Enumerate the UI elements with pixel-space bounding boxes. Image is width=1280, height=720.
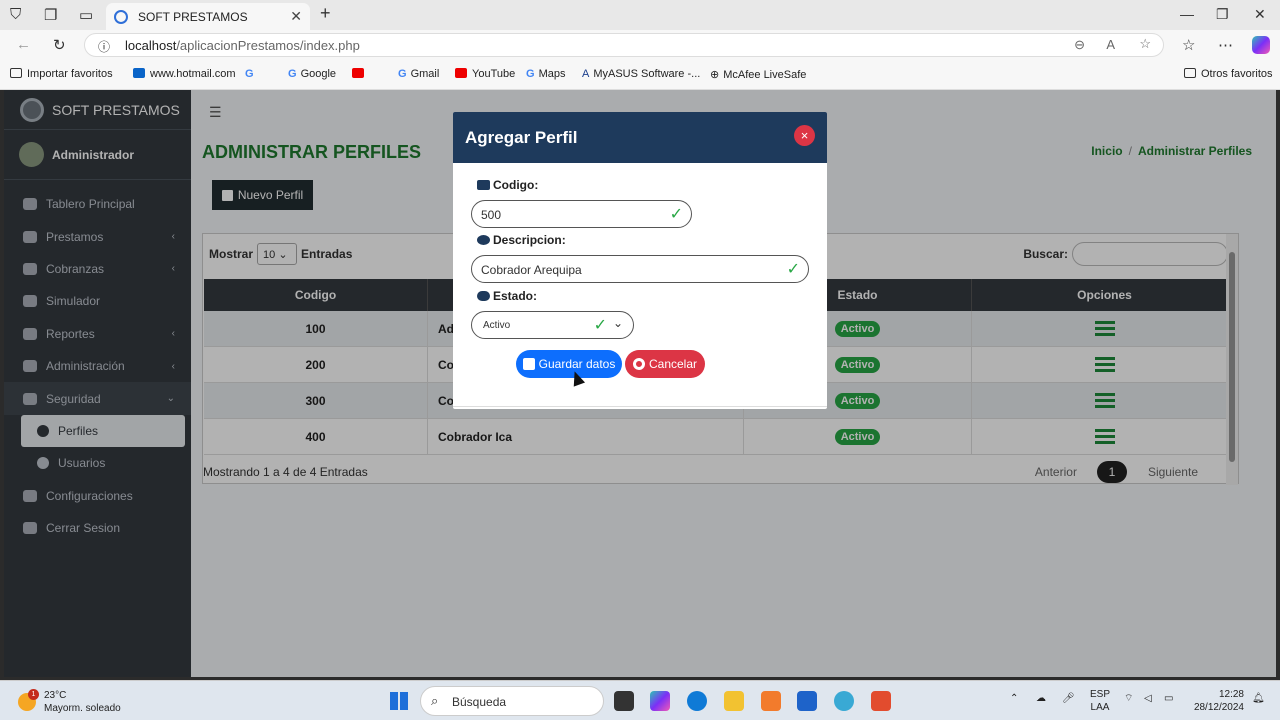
taskbar-search[interactable]: ⌕ Búsqueda: [420, 686, 604, 716]
estado-label: Estado:: [477, 289, 537, 303]
browser-tab-bar: ⛉ ❐ ▭ SOFT PRESTAMOS ✕ + — ❐ ✕: [0, 0, 1280, 30]
modal-footer-divider: [453, 406, 827, 407]
back-icon[interactable]: ←: [16, 36, 31, 53]
bookmark-google[interactable]: G Google: [288, 68, 336, 80]
other-favorites[interactable]: Otros favoritos: [1184, 68, 1273, 80]
bookmark-youtube[interactable]: YouTube: [455, 68, 515, 80]
tab-title: SOFT PRESTAMOS: [138, 9, 248, 24]
tab-actions-icon[interactable]: ▭: [79, 6, 93, 24]
workspaces-icon[interactable]: ❐: [44, 6, 57, 24]
cancel-button[interactable]: Cancelar: [625, 350, 705, 378]
users-icon: [477, 235, 490, 245]
codigo-input[interactable]: 500 ✓: [471, 200, 692, 228]
language-indicator[interactable]: ESP LAA: [1090, 688, 1110, 714]
new-tab-icon[interactable]: +: [320, 3, 331, 24]
floppy-disk-icon: [522, 358, 535, 370]
url-host: localhost: [125, 38, 177, 53]
start-icon[interactable]: [390, 692, 408, 710]
app-icon[interactable]: [871, 691, 891, 711]
maximize-icon[interactable]: ❐: [1216, 6, 1229, 23]
file-explorer-icon[interactable]: [724, 691, 744, 711]
modal-title: Agregar Perfil: [453, 112, 827, 163]
notification-badge: 1: [28, 689, 39, 700]
add-profile-modal: Agregar Perfil × Codigo: 500 ✓ Descripcio…: [453, 112, 827, 409]
chevron-down-icon: ⌄: [612, 316, 623, 330]
clock[interactable]: 12:28 28/12/2024: [1190, 688, 1244, 714]
refresh-icon[interactable]: ↻: [53, 36, 66, 54]
descripcion-label: Descripcion:: [477, 233, 566, 247]
valid-check-icon: ✓: [786, 261, 800, 278]
url-path: /aplicacionPrestamos/index.php: [176, 38, 360, 53]
microphone-icon[interactable]: 🎤︎: [1062, 692, 1075, 705]
search-icon: ⌕: [431, 693, 439, 708]
bookmark-mcafee[interactable]: ⊕ McAfee LiveSafe: [710, 68, 806, 81]
more-menu-icon[interactable]: ⋯: [1218, 36, 1233, 54]
estado-select[interactable]: Activo ✓ ⌄: [471, 311, 634, 339]
copilot-taskbar-icon[interactable]: [650, 691, 670, 711]
google-icon[interactable]: G: [245, 68, 254, 80]
browser-logo-icon[interactable]: ⛉: [10, 6, 21, 23]
task-view-icon[interactable]: [614, 691, 634, 711]
youtube-icon[interactable]: [352, 68, 369, 80]
read-aloud-icon[interactable]: A: [1106, 37, 1115, 52]
stop-circle-icon: [632, 358, 645, 370]
vscode-icon[interactable]: [797, 691, 817, 711]
copilot-icon[interactable]: [1252, 36, 1270, 54]
site-info-icon[interactable]: ⓘ: [98, 38, 110, 55]
toggle-icon: [477, 291, 490, 301]
wifi-icon[interactable]: ⌔: [1124, 692, 1133, 705]
app-window: SOFT PRESTAMOS Administrador Tablero Pri…: [4, 90, 1276, 677]
bell-icon[interactable]: 🔔︎: [1252, 692, 1265, 705]
xampp-icon[interactable]: [761, 691, 781, 711]
battery-icon[interactable]: ▭: [1164, 692, 1173, 705]
bookmark-myasus[interactable]: A MyASUS Software -...: [582, 68, 700, 80]
zoom-icon[interactable]: ⊖: [1074, 37, 1085, 53]
url-input[interactable]: ⓘ localhost/aplicacionPrestamos/index.ph…: [84, 33, 1164, 57]
favorites-icon[interactable]: ☆: [1182, 36, 1195, 54]
codigo-label: Codigo:: [477, 178, 538, 192]
tab-favicon-icon: [114, 9, 128, 24]
modal-close-button[interactable]: ×: [794, 125, 815, 146]
minimize-icon[interactable]: —: [1180, 6, 1194, 22]
bookmark-gmail[interactable]: G Gmail: [398, 68, 439, 80]
weather-sun-icon: 1: [18, 689, 39, 711]
cloud-icon[interactable]: ☁: [1036, 692, 1046, 705]
id-card-icon: [477, 180, 490, 190]
bookmark-hotmail[interactable]: www.hotmail.com: [133, 68, 236, 80]
weather-temp: 23°C: [44, 690, 67, 701]
close-tab-icon[interactable]: ✕: [290, 8, 302, 25]
weather-widget[interactable]: 1 23°C Mayorm. soleado: [18, 689, 121, 715]
edge-icon[interactable]: [687, 691, 707, 711]
weather-desc: Mayorm. soleado: [44, 703, 121, 714]
bookmarks-bar: Importar favoritos www.hotmail.com G G Go…: [0, 60, 1280, 90]
volume-icon[interactable]: ◁: [1144, 692, 1152, 705]
favorite-star-icon[interactable]: ☆: [1139, 36, 1151, 52]
browser-tab[interactable]: SOFT PRESTAMOS ✕: [106, 3, 310, 30]
bookmark-maps[interactable]: G Maps: [526, 68, 565, 80]
valid-check-icon: ✓: [593, 317, 607, 334]
windows-taskbar: 1 23°C Mayorm. soleado ⌕ Búsqueda ⌃ ☁ 🎤︎ E…: [0, 680, 1280, 720]
tray-chevron-icon[interactable]: ⌃: [1010, 692, 1018, 705]
bookmark-import[interactable]: Importar favoritos: [10, 68, 113, 80]
descripcion-input[interactable]: Cobrador Arequipa ✓: [471, 255, 809, 283]
window-close-icon[interactable]: ✕: [1254, 6, 1266, 23]
address-bar-row: ← ↻ ⓘ localhost/aplicacionPrestamos/inde…: [0, 30, 1280, 60]
valid-check-icon: ✓: [669, 206, 683, 223]
globe-app-icon[interactable]: [834, 691, 854, 711]
